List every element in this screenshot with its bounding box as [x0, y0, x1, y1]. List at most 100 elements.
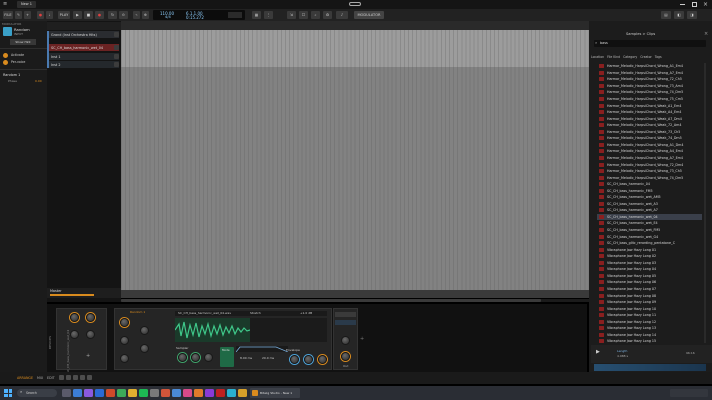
panel-toggle-1[interactable]: ▤ [661, 11, 671, 19]
output-toggle[interactable] [335, 312, 356, 317]
taskbar-app-11-icon[interactable] [172, 389, 181, 397]
status-icon-4[interactable] [80, 375, 85, 380]
taskbar-app-14-icon[interactable] [205, 389, 214, 397]
add-device-icon[interactable]: + [360, 336, 364, 342]
tab-creator[interactable]: Creator [640, 55, 652, 59]
track-mute-icon[interactable] [114, 54, 119, 59]
motion-knob[interactable] [70, 330, 79, 339]
gain-knob[interactable] [86, 330, 95, 339]
system-tray[interactable] [670, 389, 708, 397]
track-header-bass[interactable]: SC_CH_bass_harmonic_wet_04 [48, 44, 119, 51]
taskbar-active-app[interactable]: Bitwig Studio - New 1 [250, 388, 300, 398]
arranger-grid[interactable] [121, 30, 589, 67]
add-modulator-icon[interactable]: + [86, 353, 90, 359]
file-button[interactable]: FILE [3, 11, 13, 19]
phase-value[interactable]: 0.00 [35, 79, 42, 83]
taskbar-app-1-icon[interactable] [62, 389, 71, 397]
play-button[interactable]: ▶ [73, 11, 82, 19]
metronome-icon[interactable]: ♩ [46, 11, 53, 19]
taskbar-app-16-icon[interactable] [227, 389, 236, 397]
grid-button[interactable]: ▦ [252, 11, 261, 19]
menu-icon[interactable]: ≡ [3, 2, 8, 7]
track-mute-icon[interactable] [114, 45, 119, 50]
tab-category[interactable]: Category [623, 55, 637, 59]
time-signature[interactable]: 4/4 [165, 15, 171, 19]
taskbar-app-2-icon[interactable] [73, 389, 82, 397]
play-mode-button[interactable]: PLAY [58, 11, 70, 19]
env-knob-1[interactable] [290, 355, 299, 364]
horizontal-scrollbar[interactable] [121, 299, 589, 302]
tab-location[interactable]: Location [591, 55, 604, 59]
stretch-field[interactable]: Stretch [250, 311, 261, 315]
attack-value[interactable]: 8.00 ms [240, 356, 252, 360]
taskbar-app-7-icon[interactable] [128, 389, 137, 397]
modulator-button[interactable]: MODULATOR [354, 11, 384, 19]
arrange-tab[interactable]: ARRANGE [17, 376, 33, 380]
taskbar-app-12-icon[interactable] [183, 389, 192, 397]
sampler-knob-1[interactable] [178, 353, 187, 362]
zoom-button[interactable]: ⌕ [311, 11, 320, 19]
taskbar-app-15-icon[interactable] [216, 389, 225, 397]
settings-button[interactable]: ⚙ [323, 11, 332, 19]
browser-search-value[interactable]: bass [600, 41, 608, 45]
edit-menu-icon[interactable]: ✎ [15, 11, 22, 19]
preview-play-icon[interactable]: ▶ [596, 349, 600, 355]
taskbar-app-10-icon[interactable] [161, 389, 170, 397]
project-tab[interactable]: New 1 [17, 1, 36, 8]
track-header-grand[interactable]: Grand (Inst Orchestra Hits) [48, 31, 119, 38]
taskbar-app-9-icon[interactable] [150, 389, 159, 397]
master-track-header[interactable]: Master [47, 288, 121, 298]
taskbar-app-8-icon[interactable] [139, 389, 148, 397]
tab-file-kind[interactable]: File Kind [607, 55, 620, 59]
track-mute-icon[interactable] [114, 32, 119, 37]
taskbar-app-5-icon[interactable] [106, 389, 115, 397]
panel-toggle-2[interactable]: ◧ [674, 11, 684, 19]
maximize-icon[interactable] [692, 2, 697, 7]
browser-close-icon[interactable]: × [704, 31, 708, 37]
taskbar-app-6-icon[interactable] [117, 389, 126, 397]
envelope-graphic[interactable] [236, 346, 288, 352]
taskbar-search[interactable]: Search [17, 389, 57, 397]
tab-tags[interactable]: Tags [655, 55, 662, 59]
status-icon-3[interactable] [73, 375, 78, 380]
taskbar-app-13-icon[interactable] [194, 389, 203, 397]
release-value[interactable]: 20.0 ms [262, 356, 274, 360]
speed-knob[interactable] [70, 313, 79, 322]
track-header-inst-2[interactable]: Inst 2 [48, 61, 119, 68]
browser-scrollbar[interactable] [704, 63, 706, 343]
taskbar-app-3-icon[interactable] [84, 389, 93, 397]
add-icon[interactable]: + [24, 11, 31, 19]
status-icon-5[interactable] [87, 375, 92, 380]
arranger-ruler[interactable] [121, 21, 589, 30]
record-button[interactable]: ● [95, 11, 104, 19]
status-icon-1[interactable] [59, 375, 64, 380]
panel-toggle-3[interactable]: ◨ [687, 11, 697, 19]
env-knob-3[interactable] [318, 355, 327, 364]
layout-button[interactable]: ☐ [299, 11, 308, 19]
arranger-grid-lower[interactable] [121, 67, 589, 290]
overdub-button[interactable]: ⊕ [142, 11, 149, 19]
record-icon[interactable]: ● [37, 11, 44, 19]
loop-button[interactable]: ↻ [108, 11, 117, 19]
output-gain-knob[interactable] [341, 352, 350, 361]
sampler-knob-3[interactable] [204, 353, 213, 362]
sample-region-empty[interactable] [250, 318, 327, 342]
minimize-icon[interactable] [680, 4, 685, 5]
taskbar-app-4-icon[interactable] [95, 389, 104, 397]
midi-button[interactable]: ♪ [336, 11, 348, 19]
track-mute-icon[interactable] [114, 62, 119, 67]
automation-button[interactable]: ⌁ [133, 11, 140, 19]
sample-waveform[interactable] [175, 318, 250, 342]
mix-tab[interactable]: MIX [37, 376, 43, 380]
sampler-knob-2[interactable] [191, 353, 200, 362]
status-icon-2[interactable] [66, 375, 71, 380]
aux-knob-1[interactable] [140, 326, 149, 335]
activate-icon[interactable] [3, 53, 8, 58]
aux-knob-2[interactable] [140, 344, 149, 353]
stop-button[interactable]: ■ [84, 11, 93, 19]
output-fx-toggle[interactable] [335, 320, 356, 325]
punch-button[interactable]: ⊙ [119, 11, 128, 19]
windows-start-icon[interactable] [4, 389, 12, 397]
per-voice-icon[interactable] [3, 60, 8, 65]
speed-mod-knob[interactable] [120, 318, 129, 327]
